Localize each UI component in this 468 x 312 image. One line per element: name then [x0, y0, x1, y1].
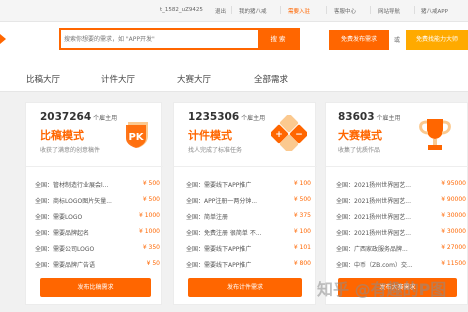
- search-input[interactable]: [61, 30, 258, 48]
- mode-title: 比稿模式: [40, 129, 84, 142]
- divider: [326, 6, 327, 14]
- mode-subtitle: 收集了优质作品: [338, 147, 381, 154]
- username-link[interactable]: t_1582_uZ9425: [160, 7, 203, 13]
- site-nav-link[interactable]: 网站导航: [378, 7, 400, 15]
- main-nav: 比稿大厅 计件大厅 大赛大厅 全部需求: [0, 64, 468, 92]
- card-dasai: 83603 个雇主用 大赛模式 收集了优质作品 全国：2021扬州世界园艺... ¥…: [325, 102, 468, 305]
- divider: [231, 6, 232, 14]
- or-text: 或: [394, 37, 401, 44]
- mode-title: 计件模式: [188, 129, 232, 142]
- card-bigao: 2037264 个雇主用 比稿模式 收获了满意的创意稿件 PK 全国：管材制造行业…: [25, 102, 163, 305]
- list-item[interactable]: 全国：商标LOGO图片矢量... ¥ 500: [35, 196, 160, 208]
- list-item[interactable]: 全国：需要线下APP推广 ¥ 101: [186, 244, 311, 256]
- publish-demand-button[interactable]: 免费发布需求: [329, 30, 389, 50]
- divider: [414, 6, 415, 14]
- list-item[interactable]: 全国：2021扬州世界园艺... ¥ 30000: [336, 228, 466, 240]
- mode-subtitle: 找人完成了标准任务: [188, 147, 243, 154]
- tab-all-demands[interactable]: 全部需求: [254, 73, 288, 85]
- logout-link[interactable]: 退出: [215, 7, 226, 15]
- search-box: 搜 索: [59, 28, 300, 50]
- card-jijian: 1235306 个雇主用 计件模式 找人完成了标准任务 + − 全国：需要线下AP…: [173, 102, 317, 305]
- list-item[interactable]: 全国：广西家政服务品牌... ¥ 27000: [336, 244, 466, 256]
- top-utility-bar: t_1582_uZ9425 退出 我的猪八戒 需要入驻 客服中心 网站导航 猪八…: [0, 0, 468, 22]
- list-item[interactable]: 全国：管材制造行业展会l... ¥ 500: [35, 180, 160, 192]
- join-link[interactable]: 需要入驻: [288, 7, 310, 15]
- employer-count: 1235306 个雇主用: [188, 111, 266, 123]
- list-item[interactable]: 全国：2021扬州世界园艺... ¥ 30000: [336, 212, 466, 224]
- divider: [280, 6, 281, 14]
- list-item[interactable]: 全国：需要公司LOGO ¥ 350: [35, 244, 160, 256]
- pk-text: PK: [128, 132, 144, 143]
- list-item[interactable]: 全国：简单注册 ¥ 375: [186, 212, 311, 224]
- divider: [174, 166, 317, 167]
- mode-title: 大赛模式: [338, 129, 382, 142]
- watermark: 知乎 @有趣的P图: [317, 280, 447, 299]
- publish-jijian-button[interactable]: 发布计件需求: [188, 278, 302, 297]
- tab-bigao-hall[interactable]: 比稿大厅: [26, 73, 60, 85]
- list-item[interactable]: 全国：2021扬州世界园艺... ¥ 95000: [336, 180, 466, 192]
- divider: [370, 6, 371, 14]
- trophy-icon: [419, 119, 451, 150]
- search-button[interactable]: 搜 索: [258, 30, 298, 48]
- list-item[interactable]: 全国：需要线下APP推广 ¥ 100: [186, 180, 311, 192]
- svg-text:+: +: [275, 130, 283, 140]
- calculator-icon: + −: [271, 115, 307, 151]
- tab-dasai-hall[interactable]: 大赛大厅: [177, 73, 211, 85]
- list-item[interactable]: 全国：需要线下APP推广 ¥ 800: [186, 260, 311, 272]
- divider: [26, 166, 163, 167]
- list-item[interactable]: 全国：中币（ZB.com）交... ¥ 11500: [336, 260, 466, 272]
- app-link[interactable]: 猪八戒APP: [421, 7, 448, 15]
- help-center-link[interactable]: 客服中心: [334, 7, 356, 15]
- list-item[interactable]: 全国：需要品牌起名 ¥ 1000: [35, 228, 160, 240]
- list-item[interactable]: 全国：2021扬州世界园艺... ¥ 90000: [336, 196, 466, 208]
- svg-text:−: −: [295, 130, 303, 140]
- employer-count: 83603 个雇主用: [338, 111, 401, 123]
- employer-count: 2037264 个雇主用: [40, 111, 118, 123]
- find-master-button[interactable]: 免费找能力大师: [406, 30, 468, 50]
- list-item[interactable]: 全国：需要品牌广告语 ¥ 50: [35, 260, 160, 272]
- divider: [326, 166, 468, 167]
- tab-jijian-hall[interactable]: 计件大厅: [101, 73, 135, 85]
- publish-bigao-button[interactable]: 发布比稿需求: [40, 278, 151, 297]
- list-item[interactable]: 全国：免费注册 很简单 不... ¥ 100: [186, 228, 311, 240]
- list-item[interactable]: 全国：APP注册一两分钟... ¥ 500: [186, 196, 311, 208]
- my-account-link[interactable]: 我的猪八戒: [239, 7, 267, 15]
- pk-shield-icon: PK: [126, 122, 148, 148]
- mode-subtitle: 收获了满意的创意稿件: [40, 147, 101, 154]
- list-item[interactable]: 全国：需要LOGO ¥ 1000: [35, 212, 160, 224]
